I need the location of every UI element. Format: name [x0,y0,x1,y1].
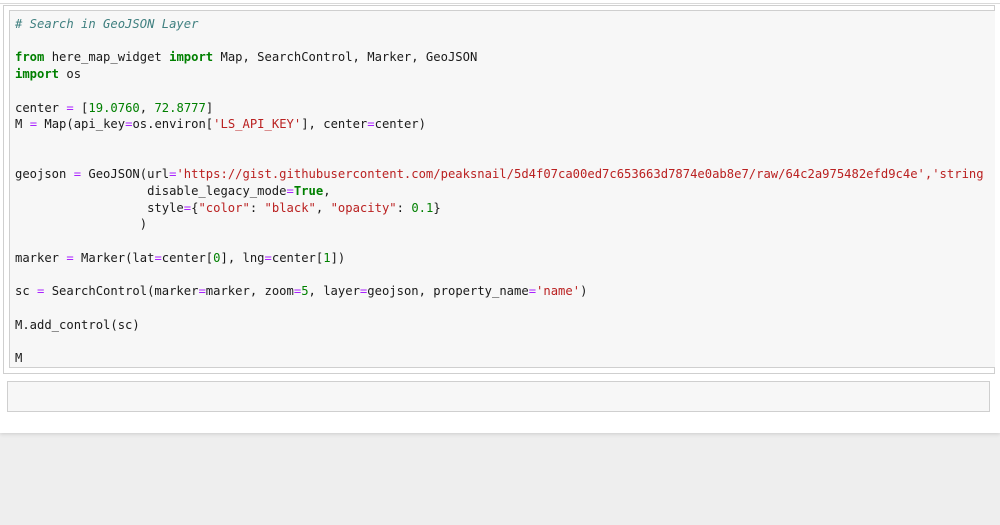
code-token: 0.1 [411,200,434,215]
code-token: , [323,184,331,199]
code-token: # Search in GeoJSON Layer [15,17,199,31]
code-token: 1 [323,250,331,265]
code-line: M [15,351,22,365]
code-token: = [154,250,162,265]
code-token: = [73,167,82,182]
empty-code-cell[interactable] [7,381,990,412]
code-line: geojson = GeoJSON(url='https://gist.gith… [15,167,984,181]
code-token: marker [15,250,67,265]
code-line: marker = Marker(lat=center[0], lng=cente… [15,251,345,265]
code-token: , [139,100,155,115]
code-line: style={"color": "black", "opacity": 0.1} [15,201,441,215]
code-token: sc [15,284,38,299]
code-token: ) [580,284,588,299]
code-line: ) [15,217,147,231]
code-token: = [29,117,38,132]
code-token: 'https://gist.githubusercontent.com/peak… [176,167,984,182]
code-token: center [15,100,67,115]
code-token: : [396,200,412,215]
code-token: os [59,67,82,82]
code-token: M [15,351,23,366]
code-token: import [169,50,214,65]
code-token: ] [205,100,214,115]
code-token: GeoJSON(url [81,167,170,182]
code-token: 5 [301,284,309,299]
code-token: from [15,50,45,65]
code-token: center) [374,117,426,132]
notebook-page: # Search in GeoJSON Layer from here_map_… [0,0,1000,433]
code-line: M = Map(api_key=os.environ['LS_API_KEY']… [15,117,426,131]
code-token: style [15,200,184,215]
code-token: "opacity" [330,200,397,215]
code-token: center[ [271,250,324,265]
code-token: = [66,250,74,265]
code-token: 72.8777 [154,100,206,115]
code-token: ]) [330,250,346,265]
code-token: geojson [15,167,74,182]
code-line: from here_map_widget import Map, SearchC… [15,50,477,64]
code-token: , layer [308,284,360,299]
code-token: ) [15,217,148,232]
code-token: ], center [301,117,368,132]
code-token: here_map_widget [44,50,170,65]
code-line: center = [19.0760, 72.8777] [15,101,213,115]
code-token: = [66,100,74,115]
code-line: sc = SearchControl(marker=marker, zoom=5… [15,284,587,298]
code-token: Map(api_key [37,117,126,132]
code-token: os.environ[ [132,117,214,132]
code-token: = [264,250,272,265]
code-token: [ [73,100,89,115]
code-token: 19.0760 [88,100,140,115]
code-token: SearchControl(marker [44,284,199,299]
code-token: import [15,67,60,82]
code-line: disable_legacy_mode=True, [15,184,331,199]
code-line: import os [15,67,81,81]
code-token: = [528,284,537,299]
code-token: = [198,284,206,299]
code-token: , [315,200,331,215]
code-token: Map, SearchControl, Marker, GeoJSON [213,50,478,65]
code-token: Marker(lat [73,250,155,265]
code-token: : [249,200,265,215]
code-token: "color" [198,200,250,215]
code-token: True [293,184,324,199]
code-text[interactable]: # Search in GeoJSON Layer from here_map_… [15,16,984,367]
code-token: = [183,200,192,215]
code-token: disable_legacy_mode [15,184,287,199]
code-token: 'LS_API_KEY' [213,117,302,132]
code-token: M [15,117,30,132]
code-token: "black" [264,200,316,215]
code-cell[interactable]: # Search in GeoJSON Layer from here_map_… [3,5,995,374]
code-token: 'name' [536,284,581,299]
code-token: = [286,184,294,199]
code-token: } [433,200,441,215]
code-token: center[ [161,250,214,265]
code-token: ], lng [220,250,265,265]
code-token: M.add_control(sc) [15,317,140,332]
code-line: M.add_control(sc) [15,318,140,332]
code-token: 0 [213,250,221,265]
code-token: geojson, property_name [367,284,529,299]
code-token: marker, zoom [205,284,294,299]
code-line: # Search in GeoJSON Layer [15,17,198,31]
code-editor[interactable]: # Search in GeoJSON Layer from here_map_… [9,10,995,368]
code-token: = [367,117,375,132]
previous-cell-edge [0,0,1000,4]
